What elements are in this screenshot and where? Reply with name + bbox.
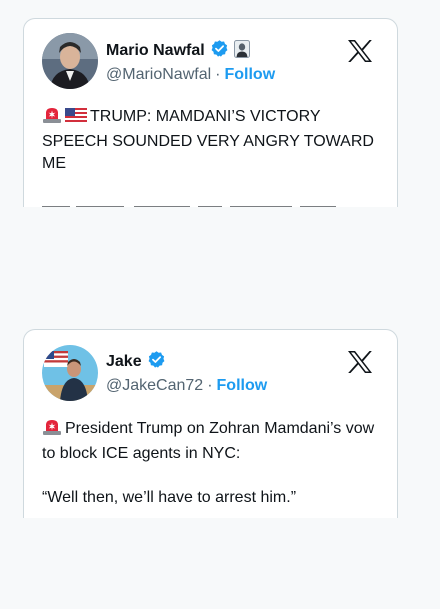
- name-row: Mario Nawfal: [106, 39, 250, 63]
- siren-emoji-icon: [42, 418, 62, 443]
- verified-badge-icon: [210, 39, 229, 63]
- author-handle[interactable]: @JakeCan72: [106, 377, 203, 394]
- author-name[interactable]: Mario Nawfal: [106, 42, 205, 60]
- author-name[interactable]: Jake: [106, 353, 142, 371]
- avatar[interactable]: [42, 33, 98, 89]
- tweet-card[interactable]: Jake @JakeCan72 · Follow President Trump o…: [23, 329, 398, 518]
- avatar[interactable]: [42, 345, 98, 401]
- x-logo-icon[interactable]: [347, 39, 373, 63]
- follow-button[interactable]: Follow: [224, 66, 275, 83]
- verified-badge-icon: [147, 350, 166, 374]
- handle-row: @JakeCan72 · Follow: [106, 377, 267, 395]
- tweet-body: President Trump on Zohran Mamdani’s vow …: [42, 420, 375, 462]
- affiliation-badge-icon[interactable]: [233, 39, 250, 63]
- tweet-quote: “Well then, we’ll have to arrest him.”: [42, 489, 297, 506]
- handle-row: @MarioNawfal · Follow: [106, 66, 275, 84]
- truncated-text-fragment: [42, 201, 372, 207]
- tweet-card[interactable]: Mario Nawfal @MarioNawfal · Follow TRUMP…: [23, 18, 398, 207]
- name-row: Jake: [106, 350, 166, 374]
- author-handle[interactable]: @MarioNawfal: [106, 66, 211, 83]
- x-logo-icon[interactable]: [347, 350, 373, 374]
- tweet-text: President Trump on Zohran Mamdani’s vow …: [42, 418, 383, 465]
- us-flag-emoji-icon: [65, 108, 87, 131]
- follow-button[interactable]: Follow: [217, 377, 268, 394]
- separator-dot: ·: [207, 377, 213, 394]
- tweet-text: TRUMP: MAMDANI’S VICTORY SPEECH SOUNDED …: [42, 106, 383, 175]
- separator-dot: ·: [215, 66, 221, 83]
- tweet-body: TRUMP: MAMDANI’S VICTORY SPEECH SOUNDED …: [42, 108, 374, 172]
- siren-emoji-icon: [42, 106, 62, 131]
